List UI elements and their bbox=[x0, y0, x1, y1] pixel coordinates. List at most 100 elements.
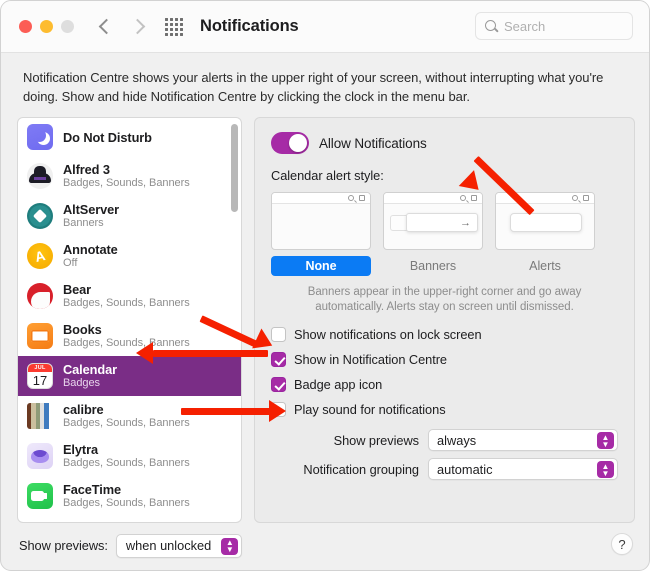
app-subtitle: Badges, Sounds, Banners bbox=[63, 457, 190, 469]
footer-bar: Show previews: when unlocked ▲ ▼ ? bbox=[1, 521, 649, 570]
app-name: Books bbox=[63, 322, 102, 337]
allow-notifications-toggle[interactable] bbox=[271, 132, 309, 154]
calendar-icon: JUL 17 bbox=[27, 363, 53, 389]
app-name: Annotate bbox=[63, 242, 118, 257]
traffic-lights bbox=[19, 20, 74, 33]
back-chevron-icon[interactable] bbox=[98, 18, 115, 35]
footer-show-previews-label: Show previews: bbox=[19, 538, 108, 553]
do-not-disturb-icon bbox=[27, 124, 53, 150]
alert-style-alerts-label[interactable]: Alerts bbox=[495, 256, 595, 276]
checkbox-label: Play sound for notifications bbox=[294, 402, 446, 417]
app-subtitle: Badges bbox=[63, 377, 101, 389]
checkbox-row-badge-app-icon[interactable]: Badge app icon bbox=[271, 372, 618, 397]
sidebar-item-do-not-disturb[interactable]: Do Not Disturb bbox=[18, 118, 241, 156]
alert-style-label: Calendar alert style: bbox=[271, 168, 384, 183]
app-name: Calendar bbox=[63, 362, 117, 377]
app-subtitle: Off bbox=[63, 257, 78, 269]
thumbnail-search-icon bbox=[460, 195, 466, 201]
thumbnail-control-centre-icon bbox=[359, 195, 365, 201]
alert-style-description: Banners appear in the upper-right corner… bbox=[307, 286, 582, 313]
sidebar-item-elytra[interactable]: Elytra Badges, Sounds, Banners bbox=[18, 436, 241, 476]
alert-style-alerts[interactable]: Alerts bbox=[495, 192, 595, 276]
app-subtitle: Badges, Sounds, Banners bbox=[63, 177, 190, 189]
app-name: calibre bbox=[63, 402, 104, 417]
footer-show-previews-select[interactable]: when unlocked ▲ ▼ bbox=[115, 533, 243, 558]
sidebar-item-facetime[interactable]: FaceTime Badges, Sounds, Banners bbox=[18, 476, 241, 516]
chevron-updown-icon: ▲ ▼ bbox=[597, 461, 614, 478]
description-text: Notification Centre shows your alerts in… bbox=[23, 70, 604, 104]
thumbnail-search-icon bbox=[348, 195, 354, 201]
search-placeholder: Search bbox=[504, 18, 546, 34]
books-icon bbox=[27, 323, 53, 349]
search-icon bbox=[484, 19, 498, 33]
none-thumbnail[interactable] bbox=[271, 192, 371, 250]
bear-icon bbox=[27, 283, 53, 309]
banners-thumbnail[interactable] bbox=[383, 192, 483, 250]
app-subtitle: Badges, Sounds, Banners bbox=[63, 417, 190, 429]
alert-style-none-label[interactable]: None bbox=[271, 256, 371, 276]
settings-panel: Allow Notifications Calendar alert style… bbox=[254, 117, 635, 523]
app-list-sidebar[interactable]: Do Not Disturb Alfred 3 Badges, Sounds, … bbox=[17, 117, 242, 523]
toggle-knob bbox=[289, 134, 307, 152]
alfred-icon bbox=[27, 163, 53, 189]
show-in-notification-centre-checkbox[interactable] bbox=[271, 352, 286, 367]
show-all-grid-icon[interactable] bbox=[165, 17, 183, 36]
sidebar-item-annotate[interactable]: Annotate Off bbox=[18, 236, 241, 276]
alerts-thumbnail[interactable] bbox=[495, 192, 595, 250]
sidebar-item-alfred-3[interactable]: Alfred 3 Badges, Sounds, Banners bbox=[18, 156, 241, 196]
thumbnail-menubar bbox=[272, 193, 370, 204]
app-name: FaceTime bbox=[63, 482, 122, 497]
notification-grouping-select[interactable]: automatic ▲ ▼ bbox=[428, 458, 618, 480]
checkbox-label: Show notifications on lock screen bbox=[294, 327, 482, 342]
allow-notifications-row[interactable]: Allow Notifications bbox=[271, 132, 618, 154]
notification-grouping-value: automatic bbox=[437, 461, 493, 477]
checkbox-row-lock-screen[interactable]: Show notifications on lock screen bbox=[271, 322, 618, 347]
sidebar-item-books[interactable]: Books Badges, Sounds, Banners bbox=[18, 316, 241, 356]
alert-style-none[interactable]: None bbox=[271, 192, 371, 276]
thumbnail-control-centre-icon bbox=[583, 195, 589, 201]
notification-grouping-label: Notification grouping bbox=[303, 461, 419, 477]
minimize-button[interactable] bbox=[40, 20, 53, 33]
search-field[interactable]: Search bbox=[475, 12, 633, 40]
checkbox-label: Show in Notification Centre bbox=[294, 352, 448, 367]
sidebar-item-calibre[interactable]: calibre Badges, Sounds, Banners bbox=[18, 396, 241, 436]
app-name: AltServer bbox=[63, 202, 120, 217]
notification-selects: Show previews always ▲ ▼ Notification gro… bbox=[271, 429, 618, 480]
checkbox-row-play-sound[interactable]: Play sound for notifications bbox=[271, 397, 618, 422]
altserver-icon bbox=[27, 203, 53, 229]
play-sound-checkbox[interactable] bbox=[271, 402, 286, 417]
calendar-month: JUL bbox=[28, 364, 52, 372]
badge-app-icon-checkbox[interactable] bbox=[271, 377, 286, 392]
thumbnail-alert-preview bbox=[510, 213, 582, 232]
sidebar-item-calendar[interactable]: JUL 17 Calendar Badges bbox=[18, 356, 241, 396]
thumbnail-control-centre-icon bbox=[471, 195, 477, 201]
forward-chevron-icon bbox=[129, 18, 146, 35]
annotate-icon bbox=[27, 243, 53, 269]
calibre-icon bbox=[27, 403, 53, 429]
alert-style-options: None Banners bbox=[271, 192, 618, 276]
app-name: Elytra bbox=[63, 442, 98, 457]
sidebar-item-bear[interactable]: Bear Badges, Sounds, Banners bbox=[18, 276, 241, 316]
alert-style-banners[interactable]: Banners bbox=[383, 192, 483, 276]
footer-show-previews-value: when unlocked bbox=[125, 538, 212, 553]
sidebar-scrollbar[interactable] bbox=[231, 122, 238, 520]
facetime-icon bbox=[27, 483, 53, 509]
scrollbar-thumb[interactable] bbox=[231, 124, 238, 212]
close-button[interactable] bbox=[19, 20, 32, 33]
thumbnail-menubar bbox=[384, 193, 482, 204]
allow-notifications-label: Allow Notifications bbox=[319, 135, 427, 151]
checkbox-row-notification-centre[interactable]: Show in Notification Centre bbox=[271, 347, 618, 372]
page-title: Notifications bbox=[200, 17, 299, 35]
sidebar-item-altserver[interactable]: AltServer Banners bbox=[18, 196, 241, 236]
content-area: Do Not Disturb Alfred 3 Badges, Sounds, … bbox=[17, 117, 635, 523]
thumbnail-menubar bbox=[496, 193, 594, 204]
show-on-lock-screen-checkbox[interactable] bbox=[271, 327, 286, 342]
show-previews-row: Show previews always ▲ ▼ bbox=[271, 429, 618, 451]
title-bar: Notifications Search bbox=[1, 1, 649, 53]
show-previews-select[interactable]: always ▲ ▼ bbox=[428, 429, 618, 451]
help-button[interactable]: ? bbox=[611, 533, 633, 555]
alert-style-banners-label[interactable]: Banners bbox=[383, 256, 483, 276]
app-list: Do Not Disturb Alfred 3 Badges, Sounds, … bbox=[18, 118, 241, 522]
app-name: Bear bbox=[63, 282, 92, 297]
notification-grouping-row: Notification grouping automatic ▲ ▼ bbox=[271, 458, 618, 480]
